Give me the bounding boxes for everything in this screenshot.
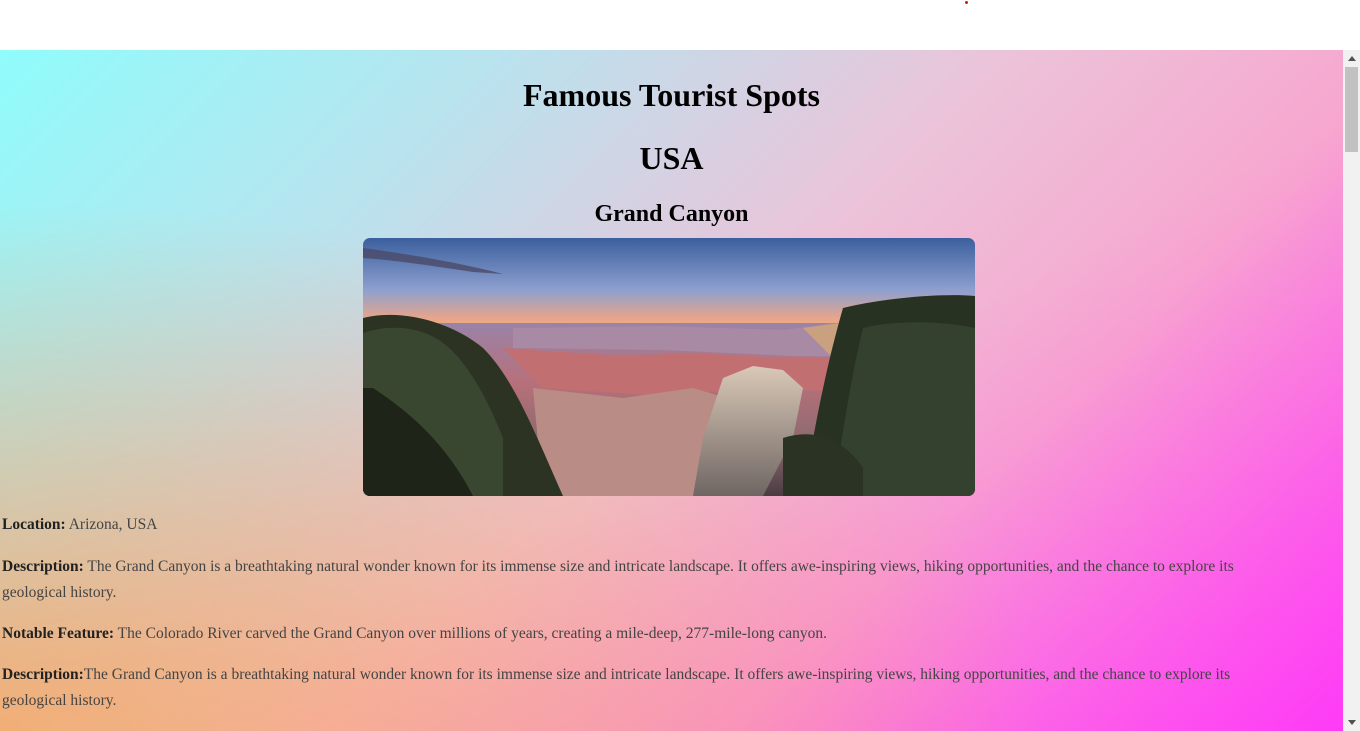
page-viewport: Famous Tourist Spots USA Grand Canyon Lo… [0, 50, 1343, 731]
description-value-2: The Grand Canyon is a breathtaking natur… [2, 666, 1231, 709]
scroll-down-button[interactable] [1343, 714, 1360, 731]
scroll-up-button[interactable] [1343, 50, 1360, 67]
notable-feature-value: The Colorado River carved the Grand Cany… [114, 625, 827, 642]
description-label-2: Description: [2, 666, 84, 683]
spot-name-heading: Grand Canyon [594, 201, 749, 227]
description-label: Description: [2, 558, 84, 575]
location-label: Location: [2, 516, 66, 533]
triangle-up-icon [1347, 56, 1356, 61]
grand-canyon-photo [363, 238, 975, 496]
vertical-scrollbar[interactable] [1343, 50, 1360, 731]
page-title: Famous Tourist Spots [523, 77, 820, 113]
triangle-down-icon [1347, 720, 1356, 725]
status-dot [965, 1, 968, 4]
scrollbar-thumb[interactable] [1345, 67, 1358, 152]
description-paragraph: Description: The Grand Canyon is a breat… [2, 554, 1292, 605]
notable-feature-label: Notable Feature: [2, 625, 115, 642]
location-paragraph: Location: Arizona, USA [2, 512, 1292, 538]
description-paragraph-2: Description:The Grand Canyon is a breath… [2, 662, 1292, 713]
location-value: Arizona, USA [65, 516, 158, 533]
country-heading: USA [639, 140, 704, 176]
notable-feature-paragraph: Notable Feature: The Colorado River carv… [2, 621, 1292, 647]
description-value: The Grand Canyon is a breathtaking natur… [2, 558, 1234, 601]
browser-top-area [0, 0, 1360, 50]
